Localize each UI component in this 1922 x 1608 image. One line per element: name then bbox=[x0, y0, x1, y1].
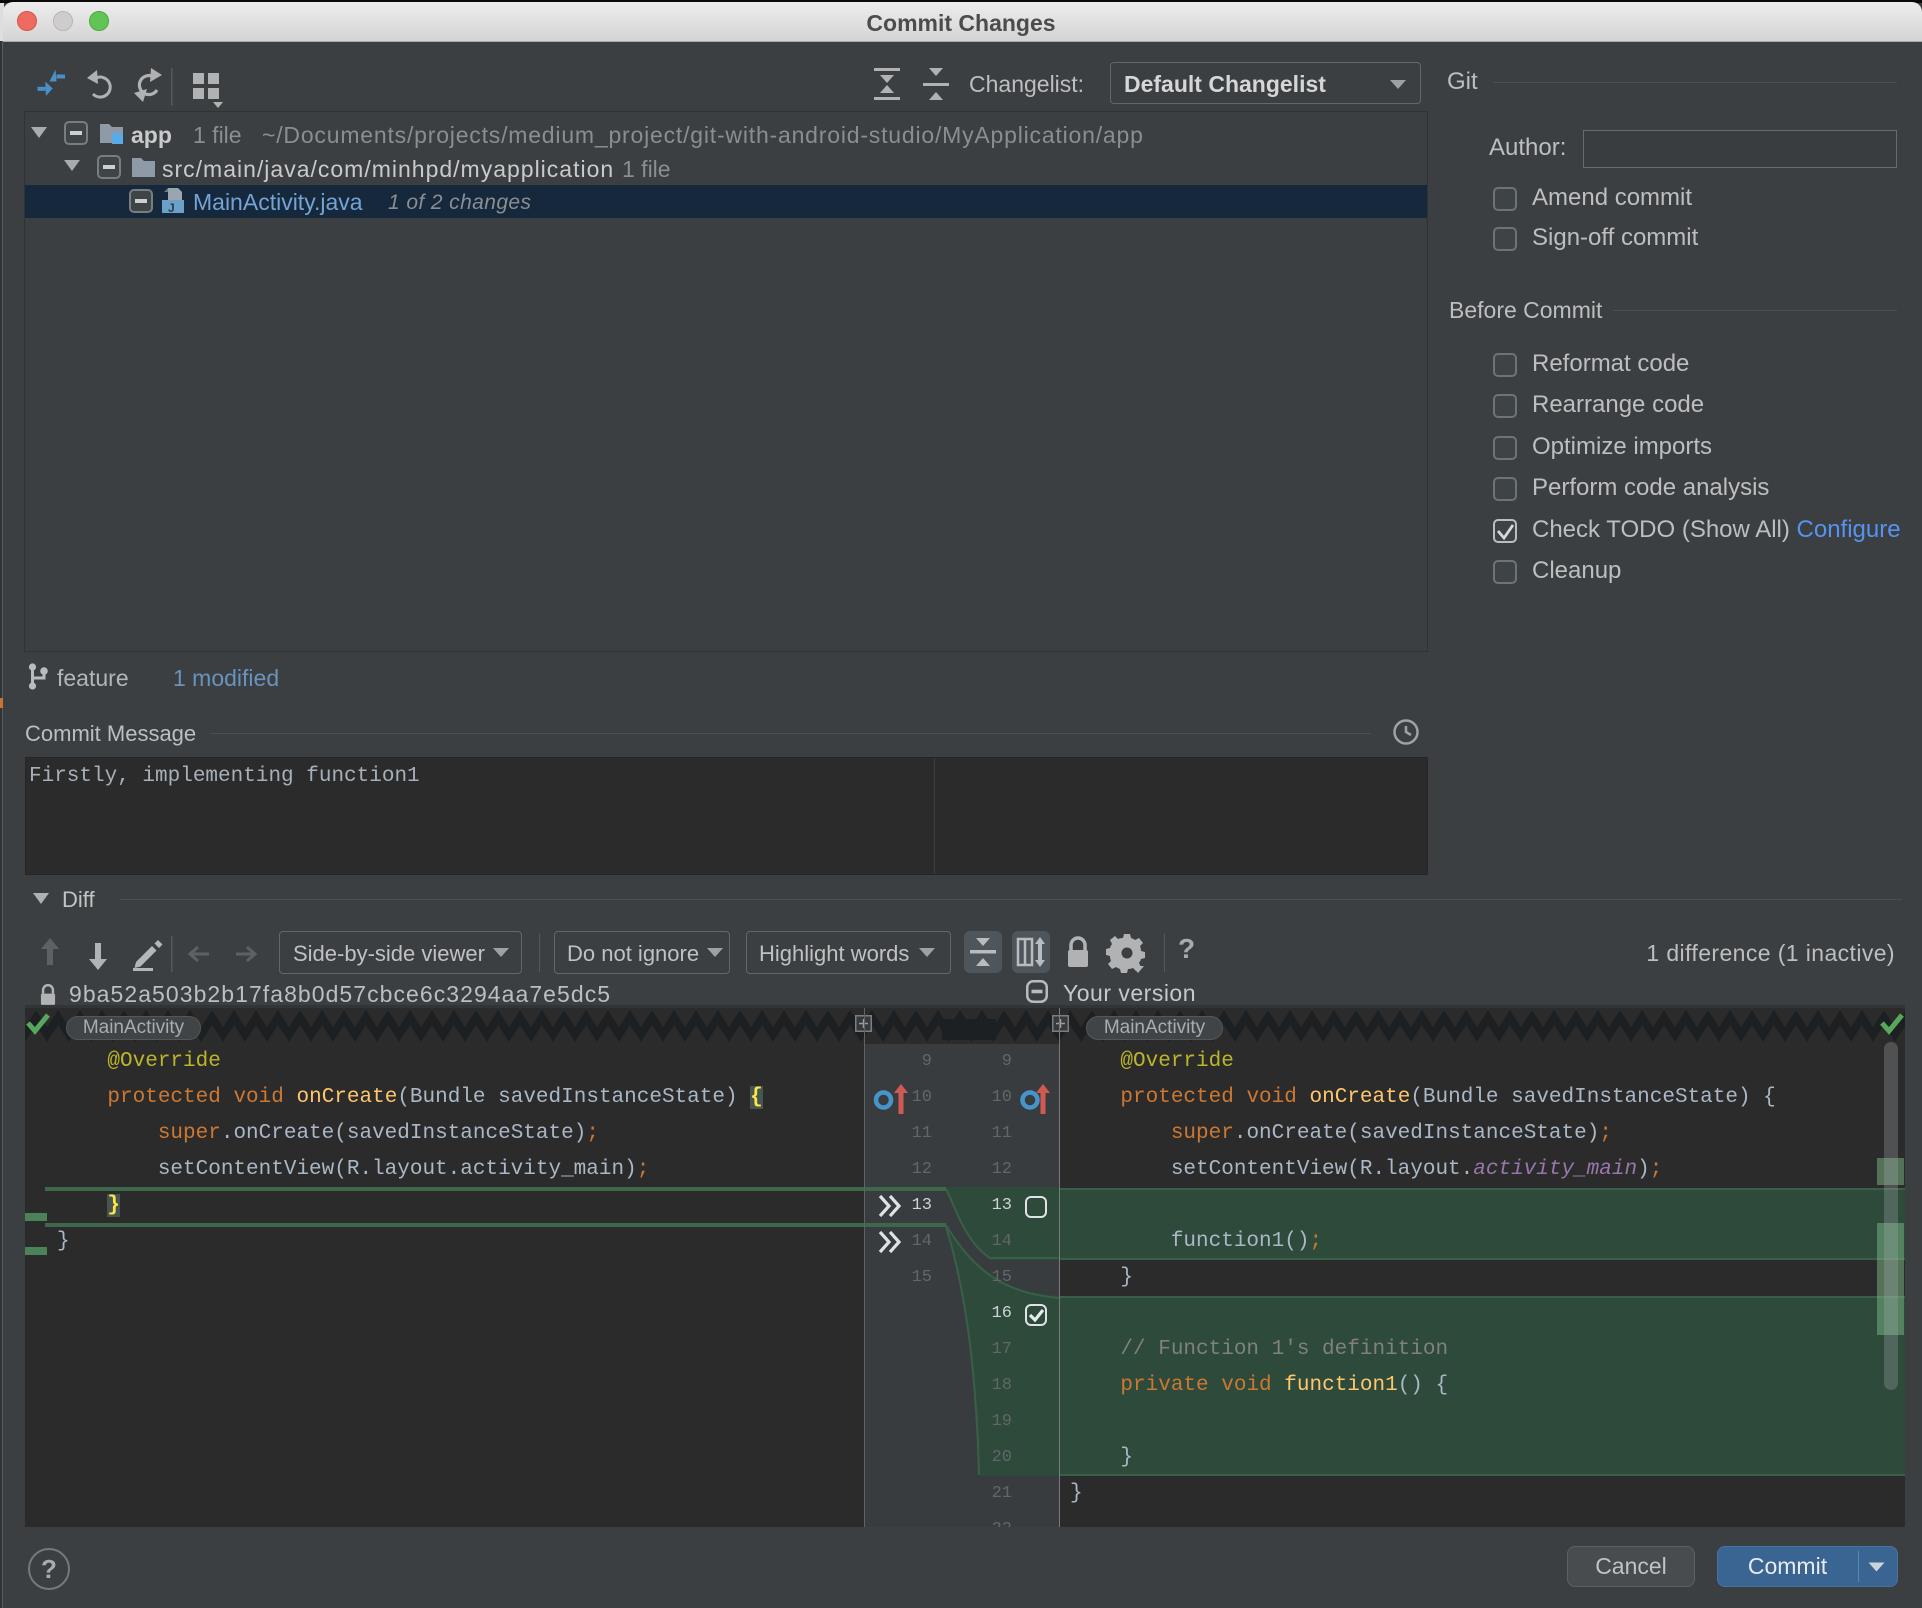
svg-text:J: J bbox=[168, 201, 175, 215]
